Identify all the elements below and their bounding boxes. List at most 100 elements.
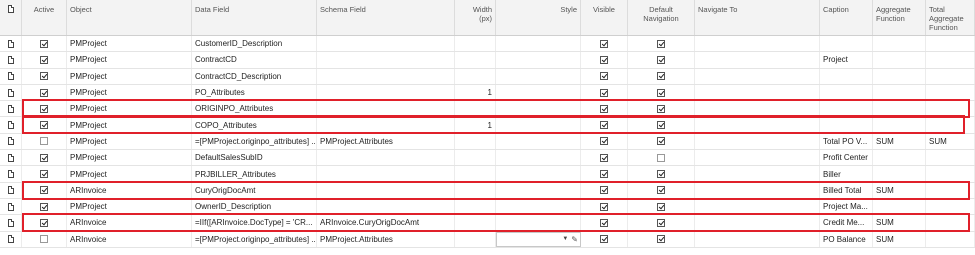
visible-checkbox[interactable] xyxy=(600,235,608,244)
row-file-icon-cell[interactable] xyxy=(0,101,22,117)
object-cell[interactable]: PMProject xyxy=(67,133,192,150)
visible-checkbox[interactable] xyxy=(600,170,608,179)
header-active[interactable]: Active xyxy=(22,0,67,35)
total-aggregate-function-cell[interactable] xyxy=(926,36,975,52)
table-row[interactable]: PMProject PO_Attributes 1 xyxy=(0,84,975,102)
width-cell[interactable]: 1 xyxy=(455,117,496,133)
width-cell[interactable] xyxy=(455,198,496,215)
style-cell[interactable] xyxy=(496,166,581,182)
caption-cell[interactable]: Profit Center xyxy=(820,150,873,166)
schema-field-cell[interactable] xyxy=(317,36,455,52)
default-navigation-checkbox[interactable] xyxy=(657,72,665,81)
navigate-to-cell[interactable] xyxy=(695,52,820,68)
table-row[interactable]: PMProject CustomerID_Description xyxy=(0,36,975,53)
table-row[interactable]: PMProject ORIGINPO_Attributes xyxy=(0,101,975,118)
schema-field-cell[interactable] xyxy=(317,198,455,215)
navigate-to-cell[interactable] xyxy=(695,150,820,166)
style-select[interactable]: ▼ ✎ xyxy=(496,231,581,247)
data-field-cell[interactable]: COPO_Attributes xyxy=(192,117,317,133)
schema-field-cell[interactable] xyxy=(317,182,455,198)
table-row[interactable]: PMProject OwnerID_Description Project Ma..… xyxy=(0,198,975,216)
aggregate-function-cell[interactable] xyxy=(873,117,926,133)
style-cell[interactable] xyxy=(496,36,581,52)
style-cell[interactable] xyxy=(496,133,581,150)
table-row[interactable]: PMProject ContractCD Project xyxy=(0,52,975,69)
data-field-cell[interactable]: ContractCD_Description xyxy=(192,68,317,84)
aggregate-function-cell[interactable]: SUM xyxy=(873,133,926,150)
width-cell[interactable] xyxy=(455,150,496,166)
width-cell[interactable] xyxy=(455,231,496,247)
default-navigation-checkbox[interactable] xyxy=(657,235,665,244)
caption-cell[interactable] xyxy=(820,68,873,84)
aggregate-function-cell[interactable]: SUM xyxy=(873,215,926,231)
active-checkbox[interactable] xyxy=(40,55,48,64)
width-cell[interactable]: 1 xyxy=(455,84,496,101)
navigate-to-cell[interactable] xyxy=(695,231,820,247)
navigate-to-cell[interactable] xyxy=(695,182,820,198)
aggregate-function-cell[interactable] xyxy=(873,166,926,182)
data-field-cell[interactable]: CustomerID_Description xyxy=(192,36,317,52)
style-cell[interactable] xyxy=(496,68,581,84)
caption-cell[interactable]: Credit Me... xyxy=(820,215,873,231)
style-cell[interactable] xyxy=(496,101,581,117)
width-cell[interactable] xyxy=(455,182,496,198)
style-cell[interactable] xyxy=(496,215,581,231)
aggregate-function-cell[interactable] xyxy=(873,52,926,68)
caption-cell[interactable] xyxy=(820,36,873,52)
caption-cell[interactable] xyxy=(820,101,873,117)
aggregate-function-cell[interactable] xyxy=(873,198,926,215)
row-file-icon-cell[interactable] xyxy=(0,52,22,68)
row-file-icon-cell[interactable] xyxy=(0,36,22,52)
header-data-field[interactable]: Data Field xyxy=(192,0,317,35)
pencil-icon[interactable]: ✎ xyxy=(571,235,578,244)
schema-field-cell[interactable]: PMProject.Attributes xyxy=(317,231,455,247)
active-checkbox[interactable] xyxy=(40,72,48,81)
active-checkbox[interactable] xyxy=(40,88,48,97)
default-navigation-checkbox[interactable] xyxy=(657,88,665,97)
header-aggregate-function[interactable]: Aggregate Function xyxy=(873,0,926,35)
style-cell[interactable] xyxy=(496,117,581,133)
width-cell[interactable] xyxy=(455,133,496,150)
header-schema-field[interactable]: Schema Field xyxy=(317,0,455,35)
active-checkbox[interactable] xyxy=(40,186,48,195)
aggregate-function-cell[interactable] xyxy=(873,68,926,84)
active-checkbox[interactable] xyxy=(40,39,48,48)
table-row[interactable]: PMProject ContractCD_Description xyxy=(0,68,975,85)
data-field-cell[interactable]: ContractCD xyxy=(192,52,317,68)
aggregate-function-cell[interactable] xyxy=(873,150,926,166)
default-navigation-checkbox[interactable] xyxy=(657,104,665,113)
row-file-icon-cell[interactable] xyxy=(0,84,22,101)
table-row[interactable]: ARInvoice =[PMProject.originpo_attributes… xyxy=(0,231,975,248)
width-cell[interactable] xyxy=(455,166,496,182)
table-row[interactable]: PMProject PRJBILLER_Attributes Biller xyxy=(0,166,975,183)
navigate-to-cell[interactable] xyxy=(695,117,820,133)
active-checkbox[interactable] xyxy=(40,137,48,146)
data-field-cell[interactable]: =[PMProject.originpo_attributes] ... xyxy=(192,133,317,150)
width-cell[interactable] xyxy=(455,52,496,68)
caption-cell[interactable]: PO Balance xyxy=(820,231,873,247)
aggregate-function-cell[interactable]: SUM xyxy=(873,182,926,198)
object-cell[interactable]: PMProject xyxy=(67,36,192,52)
total-aggregate-function-cell[interactable] xyxy=(926,52,975,68)
style-cell[interactable] xyxy=(496,150,581,166)
header-file-icon-cell[interactable] xyxy=(0,0,22,35)
navigate-to-cell[interactable] xyxy=(695,166,820,182)
width-cell[interactable] xyxy=(455,101,496,117)
object-cell[interactable]: PMProject xyxy=(67,150,192,166)
visible-checkbox[interactable] xyxy=(600,55,608,64)
object-cell[interactable]: PMProject xyxy=(67,166,192,182)
schema-field-cell[interactable] xyxy=(317,166,455,182)
style-cell[interactable]: ▼ ✎ xyxy=(496,231,581,247)
default-navigation-checkbox[interactable] xyxy=(657,137,665,146)
row-file-icon-cell[interactable] xyxy=(0,166,22,182)
object-cell[interactable]: PMProject xyxy=(67,52,192,68)
header-object[interactable]: Object xyxy=(67,0,192,35)
navigate-to-cell[interactable] xyxy=(695,101,820,117)
object-cell[interactable]: ARInvoice xyxy=(67,231,192,247)
default-navigation-checkbox[interactable] xyxy=(657,218,665,227)
width-cell[interactable] xyxy=(455,36,496,52)
total-aggregate-function-cell[interactable] xyxy=(926,101,975,117)
object-cell[interactable]: PMProject xyxy=(67,117,192,133)
row-file-icon-cell[interactable] xyxy=(0,231,22,247)
default-navigation-checkbox[interactable] xyxy=(657,55,665,64)
